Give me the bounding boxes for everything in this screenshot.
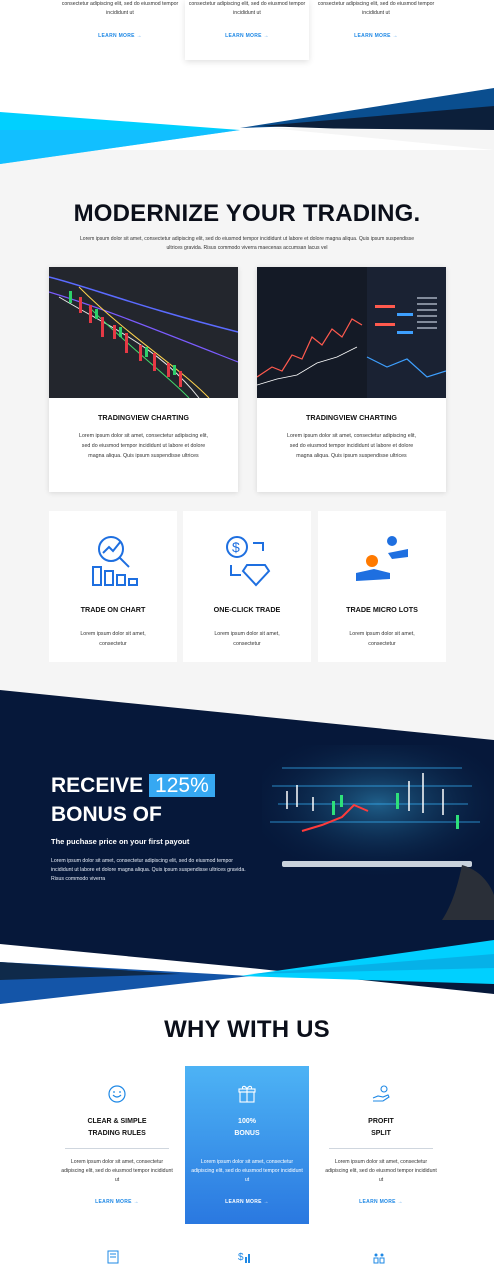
smile-face-icon	[108, 1085, 126, 1103]
feature-card-one-click: $ ONE-CLICK TRADE Lorem ipsum dolor sit …	[183, 511, 311, 662]
svg-text:$: $	[238, 1252, 244, 1263]
chart-analysis-icon	[92, 536, 138, 586]
modernize-title: MODERNIZE YOUR TRADING.	[73, 200, 421, 227]
trading-screen-image	[257, 267, 446, 398]
why-title: WHY WITH US	[164, 1016, 330, 1043]
document-icon	[107, 1250, 119, 1264]
feature-text: Lorem ipsum dolor sit amet, consectetur	[349, 631, 415, 647]
feature-text: Lorem ipsum dolor sit amet, consectetur	[80, 631, 146, 647]
bonus-heading-line2: BONUS OF	[51, 803, 162, 826]
why-card-rules: CLEAR & SIMPLE TRADING RULES Lorem ipsum …	[55, 1066, 179, 1224]
card-title: TRADINGVIEW CHARTING	[305, 413, 398, 422]
bonus-heading-line1: RECEIVE 125%	[51, 773, 215, 799]
candlestick-chart-image	[49, 267, 238, 398]
learn-more-link[interactable]: LEARN MORE →	[55, 1199, 179, 1205]
feature-title: TRADE ON CHART	[80, 605, 146, 614]
why-card-profit: PROFIT SPLIT Lorem ipsum dolor sit amet, …	[319, 1066, 443, 1224]
why-card-bonus: 100% BONUS Lorem ipsum dolor sit amet, co…	[185, 1066, 309, 1224]
hands-coins-icon	[356, 536, 408, 581]
dollar-diamond-exchange-icon: $	[226, 536, 271, 587]
service-card-text: consectetur adipiscing elit, sed do eius…	[317, 1, 435, 16]
service-card-1: consectetur adipiscing elit, sed do eius…	[58, 0, 182, 60]
charting-card-2: TRADINGVIEW CHARTING Lorem ipsum dolor s…	[257, 267, 446, 492]
card-title: TRADINGVIEW CHARTING	[97, 413, 190, 422]
why-card-title: PROFIT SPLIT	[368, 1118, 394, 1137]
learn-more-link[interactable]: LEARN MORE →	[185, 1199, 309, 1205]
card-text: Lorem ipsum dolor sit amet, consectetur …	[79, 433, 208, 459]
arrow-right-icon: →	[136, 33, 142, 39]
service-card-2: consectetur adipiscing elit, sed do eius…	[185, 0, 309, 60]
service-card-text: consectetur adipiscing elit, sed do eius…	[188, 1, 306, 16]
why-card-title: CLEAR & SIMPLE TRADING RULES	[87, 1118, 147, 1137]
learn-more-link[interactable]: LEARN MORE →	[58, 33, 182, 39]
section-divider-dark-top	[0, 690, 494, 740]
charting-card-1: TRADINGVIEW CHARTING Lorem ipsum dolor s…	[49, 267, 238, 492]
card-text: Lorem ipsum dolor sit amet, consectetur …	[287, 433, 416, 459]
service-card-text: consectetur adipiscing elit, sed do eius…	[61, 1, 179, 16]
arrow-right-icon: →	[263, 33, 269, 39]
why-card-text: Lorem ipsum dolor sit amet, consectetur …	[61, 1159, 173, 1183]
why-card-text: Lorem ipsum dolor sit amet, consectetur …	[191, 1159, 303, 1183]
feature-card-trade-on-chart: TRADE ON CHART Lorem ipsum dolor sit ame…	[49, 511, 177, 662]
feature-title: ONE-CLICK TRADE	[213, 605, 281, 614]
bonus-subtitle: The puchase price on your first payout	[51, 837, 190, 846]
feature-text: Lorem ipsum dolor sit amet, consectetur	[214, 631, 280, 647]
arrow-right-icon: →	[397, 1199, 403, 1205]
learn-more-link[interactable]: LEARN MORE →	[185, 33, 309, 39]
section-divider-bottom	[0, 940, 494, 1020]
why-card-title: 100% BONUS	[234, 1118, 260, 1137]
hand-money-icon	[372, 1085, 390, 1102]
arrow-right-icon: →	[133, 1199, 139, 1205]
divider	[65, 1148, 169, 1149]
service-card-3: consectetur adipiscing elit, sed do eius…	[314, 0, 438, 60]
why-card-text: Lorem ipsum dolor sit amet, consectetur …	[325, 1159, 437, 1183]
dollar-chart-icon: $	[238, 1252, 250, 1263]
svg-text:$: $	[232, 539, 240, 555]
section-divider-top	[0, 88, 494, 164]
bonus-text: Lorem ipsum dolor sit amet, consectetur …	[51, 858, 246, 882]
feature-card-micro-lots: TRADE MICRO LOTS Lorem ipsum dolor sit a…	[318, 511, 446, 662]
arrow-right-icon: →	[392, 33, 398, 39]
people-growth-icon	[373, 1253, 385, 1264]
gift-icon	[238, 1085, 256, 1103]
learn-more-link[interactable]: LEARN MORE →	[319, 1199, 443, 1205]
learn-more-link[interactable]: LEARN MORE →	[314, 33, 438, 39]
divider	[329, 1148, 433, 1149]
modernize-subtitle: Lorem ipsum dolor sit amet, consectetur …	[79, 236, 415, 251]
tablet-trading-image	[262, 745, 494, 920]
bonus-highlight: 125%	[149, 774, 215, 797]
feature-title: TRADE MICRO LOTS	[346, 605, 418, 614]
arrow-right-icon: →	[263, 1199, 269, 1205]
